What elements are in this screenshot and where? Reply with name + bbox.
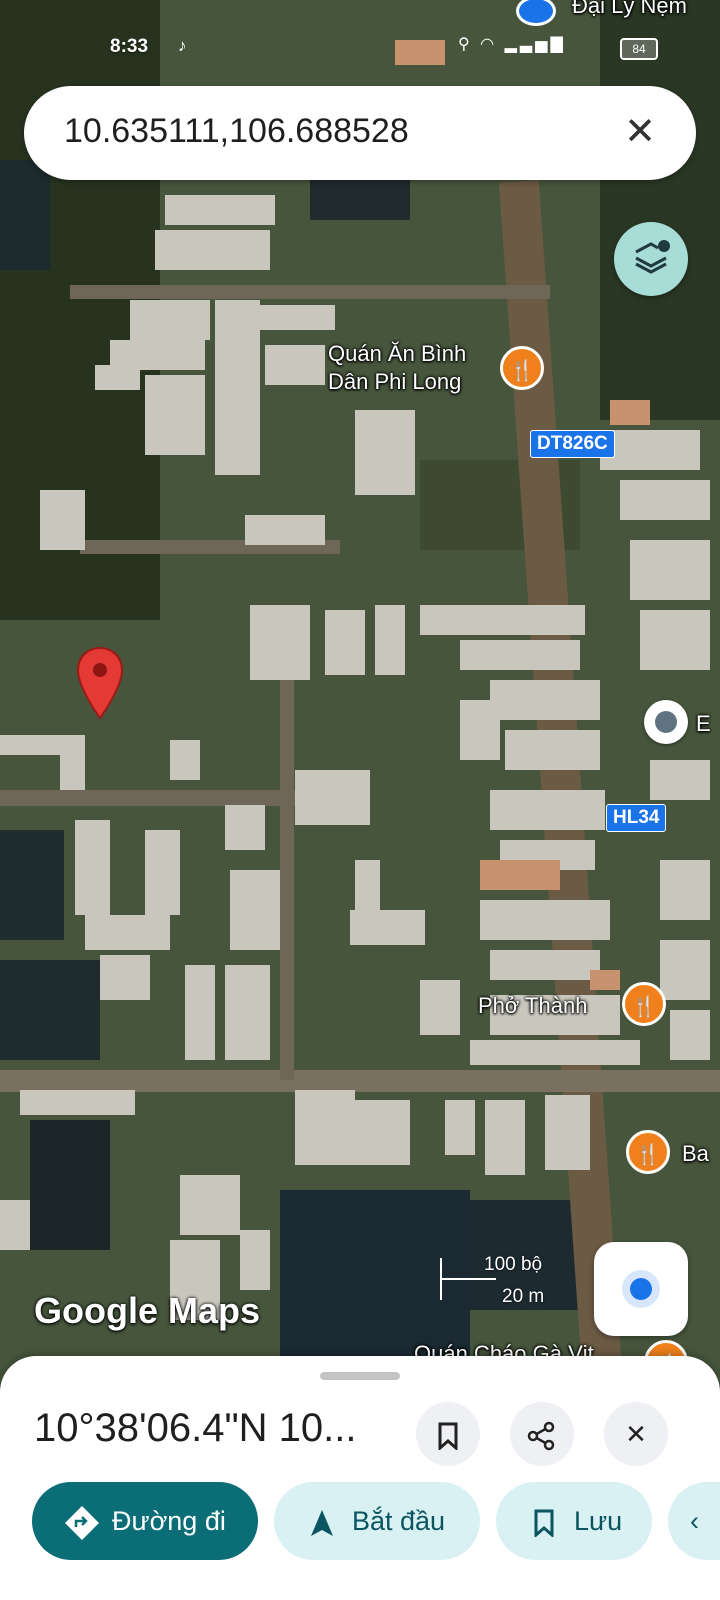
signal-wifi-icons: ⚲ ◠ ▂▃▅▇ [458,36,566,53]
bookmark-icon [438,1422,458,1452]
share-icon: ‹ [690,1506,699,1536]
share-button[interactable] [510,1402,574,1466]
share-icon [527,1421,555,1451]
road-label-hl34: HL34 [606,804,667,832]
poi-name-line-1: Quán Ăn Bình [328,341,467,366]
google-maps-watermark: Google Maps [34,1290,261,1331]
search-bar[interactable]: 10.635111,106.688528 ✕ [24,86,696,180]
location-icon [630,1278,652,1300]
my-location-button[interactable] [594,1242,688,1336]
close-icon[interactable]: ✕ [612,104,668,160]
layers-button[interactable] [614,222,688,296]
poi-name-line-2: Dân Phi Long [328,369,462,394]
restaurant-icon: 🍴 [626,1130,670,1174]
status-bar: 8:33 ♪ ⚲ ◠ ▂▃▅▇ 84 [0,30,720,64]
scale-imperial: 100 bộ [484,1254,543,1275]
road-label-dt826c: DT826C [530,430,615,458]
directions-icon [62,1482,102,1560]
more-actions-button[interactable]: ‹ [668,1482,720,1560]
directions-label: Đường đi [112,1506,226,1536]
navigation-arrow-icon [302,1482,342,1560]
poi-name: Phở Thành [478,993,588,1018]
poi-name: E [696,711,711,736]
restaurant-icon: 🍴 [500,346,544,390]
save-button[interactable]: Lưu [496,1482,652,1560]
restaurant-icon: 🍴 [622,982,666,1026]
tiktok-icon: ♪ [178,36,187,55]
bottom-sheet[interactable]: 10°38'06.4"N 10... ✕ Đường đi Bắt đầu Lư… [0,1356,720,1600]
poi-name: Đại Lý Nệm [572,0,687,18]
layers-icon [635,240,670,274]
bookmark-button[interactable] [416,1402,480,1466]
drag-handle[interactable] [320,1372,400,1380]
place-icon [644,700,688,744]
start-label: Bắt đầu [352,1506,446,1536]
poi-name: Ba [682,1141,709,1166]
clock: 8:33 [110,36,149,57]
bookmark-icon [524,1482,564,1560]
battery-icon: 84 [620,38,658,60]
close-icon: ✕ [625,1419,647,1449]
directions-button[interactable]: Đường đi [32,1482,258,1560]
dropped-pin-icon[interactable] [76,646,124,720]
close-sheet-button[interactable]: ✕ [604,1402,668,1466]
coordinates-title: 10°38'06.4"N 10... [34,1406,357,1450]
save-label: Lưu [574,1506,623,1536]
scale-metric: 20 m [502,1286,545,1307]
search-query[interactable]: 10.635111,106.688528 [64,112,409,151]
start-button[interactable]: Bắt đầu [274,1482,480,1560]
